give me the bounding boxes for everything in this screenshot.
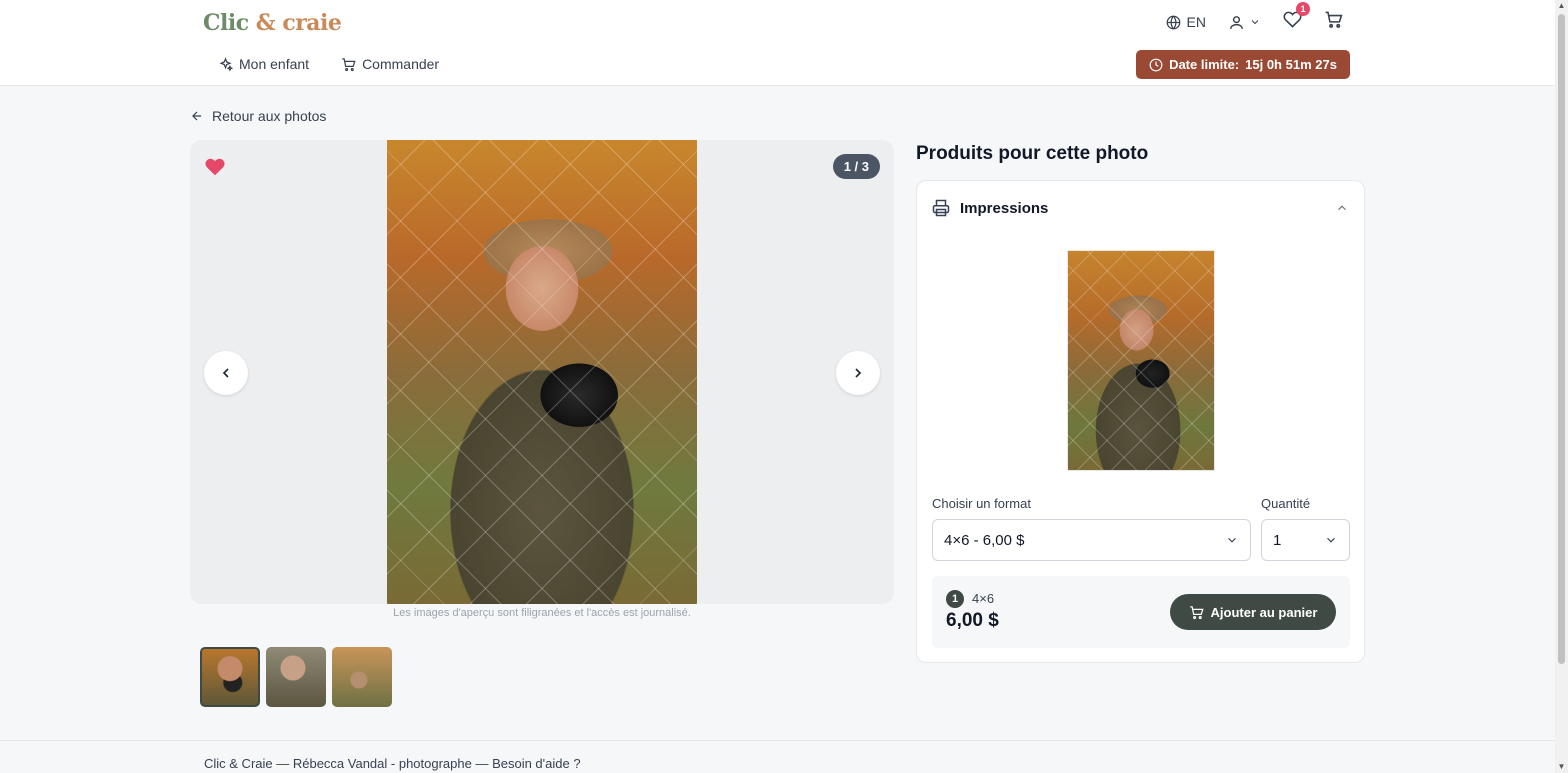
chevron-left-icon <box>222 368 229 378</box>
prints-panel: Impressions Choisir un format Quantité 4… <box>916 180 1365 663</box>
quantity-select-value: 1 <box>1273 531 1282 549</box>
chevron-down-icon <box>1228 537 1236 543</box>
nav-item-label: Commander <box>362 56 440 72</box>
account-menu[interactable] <box>1228 14 1261 31</box>
chevron-down-icon <box>1327 537 1335 543</box>
quantity-select[interactable]: 1 <box>1261 519 1350 561</box>
main-nav: Mon enfant Commander <box>218 52 439 76</box>
deadline-label: Date limite: <box>1169 57 1240 72</box>
summary-size: 4×6 <box>972 591 995 606</box>
format-select-value: 4×6 - 6,00 $ <box>944 531 1025 549</box>
add-to-cart-button[interactable]: Ajouter au panier <box>1170 594 1336 630</box>
thumbnail-3[interactable] <box>332 647 392 707</box>
back-label: Retour aux photos <box>212 108 327 124</box>
header-actions: EN 1 <box>1166 2 1343 34</box>
brand-logo[interactable]: Clic & craie <box>203 10 342 36</box>
back-to-photos-link[interactable]: Retour aux photos <box>190 108 326 124</box>
brand-name-sep: & <box>248 10 283 36</box>
page-scrollbar[interactable]: ▲ ▼ <box>1555 0 1568 773</box>
format-label: Choisir un format <box>932 496 1031 511</box>
watermark-caption: Les images d'aperçu sont filigranées et … <box>393 607 691 619</box>
cart-button[interactable] <box>1324 10 1343 34</box>
previous-photo-button[interactable] <box>204 351 248 395</box>
chevron-up-icon <box>1338 205 1346 211</box>
heart-filled-icon <box>205 158 225 176</box>
scroll-down-arrow-icon[interactable]: ▼ <box>1557 763 1566 771</box>
photo-counter: 1 / 3 <box>832 154 880 179</box>
format-select[interactable]: 4×6 - 6,00 $ <box>932 519 1251 561</box>
footer: Clic & Craie — Rébecca Vandal - photogra… <box>0 740 1555 773</box>
footer-text: Clic & Craie — Rébecca Vandal - photogra… <box>204 756 581 771</box>
user-icon <box>1230 15 1243 29</box>
printer-icon <box>932 199 950 217</box>
prints-accordion-header[interactable]: Impressions <box>932 197 1349 219</box>
thumbnail-strip <box>200 647 392 707</box>
print-preview <box>1067 250 1215 471</box>
cart-icon <box>1325 11 1343 28</box>
thumbnail-2[interactable] <box>266 647 326 707</box>
nav-item-label: Mon enfant <box>239 56 310 72</box>
order-summary: 1 4×6 6,00 $ Ajouter au panier <box>932 576 1350 648</box>
scroll-up-arrow-icon[interactable]: ▲ <box>1557 2 1566 10</box>
language-label: EN <box>1186 14 1206 30</box>
summary-count-badge: 1 <box>946 590 964 608</box>
clock-icon <box>1149 58 1163 71</box>
next-photo-button[interactable] <box>836 351 880 395</box>
main-photo <box>387 140 697 604</box>
brand-name-part2: craie <box>282 10 342 36</box>
prints-section-label: Impressions <box>960 199 1049 217</box>
arrow-left-icon <box>192 111 202 121</box>
favorites-button[interactable]: 1 <box>1283 2 1310 34</box>
photo-viewer: 1 / 3 <box>190 140 894 604</box>
favorite-toggle[interactable] <box>204 156 226 183</box>
favorites-count-badge: 1 <box>1296 2 1310 16</box>
deadline-badge: Date limite: 15j 0h 51m 27s <box>1136 50 1350 79</box>
language-switcher[interactable]: EN <box>1166 14 1206 30</box>
cart-icon <box>342 57 356 71</box>
nav-item-commander[interactable]: Commander <box>341 52 439 76</box>
watermark-overlay <box>387 140 697 604</box>
add-to-cart-label: Ajouter au panier <box>1210 604 1318 620</box>
globe-icon <box>1166 15 1180 29</box>
watermark-overlay <box>1068 251 1214 470</box>
top-header: Clic & craie EN 1 Mon enfant Commander D… <box>0 0 1555 86</box>
chevron-down-icon <box>1251 20 1259 25</box>
deadline-countdown: 15j 0h 51m 27s <box>1245 57 1337 72</box>
cart-icon <box>1189 605 1204 619</box>
brand-name-part1: Clic <box>203 10 249 36</box>
nav-item-mon-enfant[interactable]: Mon enfant <box>218 52 309 76</box>
chevron-right-icon <box>855 368 862 378</box>
thumbnail-1[interactable] <box>200 647 260 707</box>
scrollbar-thumb[interactable] <box>1558 14 1565 664</box>
summary-price: 6,00 $ <box>946 610 999 631</box>
products-title: Produits pour cette photo <box>916 143 1149 164</box>
quantity-label: Quantité <box>1261 496 1311 511</box>
sparkles-icon <box>219 56 233 72</box>
